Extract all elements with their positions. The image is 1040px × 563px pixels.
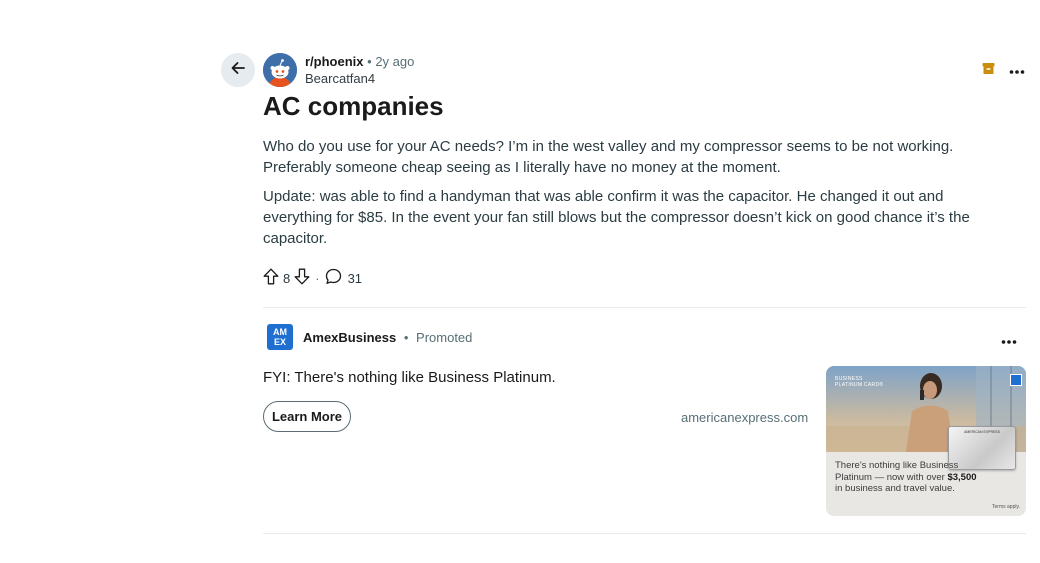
ad-image[interactable]: BUSINESS PLATINUM CARD® AMERICAN EXPRESS… (826, 366, 1026, 516)
ad-headline[interactable]: FYI: There's nothing like Business Plati… (263, 369, 556, 386)
divider (263, 533, 1026, 534)
vote-count: 8 (283, 270, 291, 286)
subreddit-avatar[interactable] (263, 53, 297, 87)
post-toolbar (982, 62, 1025, 80)
post-body-paragraph: Who do you use for your AC needs? I’m in… (263, 138, 954, 176)
meta-separator: • (367, 54, 372, 69)
ad-meta: AmexBusiness • Promoted (303, 330, 472, 345)
advertiser-logo[interactable]: AM EX (267, 324, 293, 350)
advertiser-name[interactable]: AmexBusiness (303, 330, 396, 345)
ad-caption-text: in business and travel value. (835, 483, 955, 494)
ad-brand-line: PLATINUM CARD® (835, 382, 884, 388)
arrow-left-icon (230, 60, 246, 81)
post-body: Who do you use for your AC needs? I’m in… (263, 136, 1003, 257)
ad-brand-mark: BUSINESS PLATINUM CARD® (835, 376, 883, 388)
ad-caption-amount: $3,500 (947, 471, 977, 483)
post-age: 2y ago (375, 54, 415, 69)
promoted-label: Promoted (416, 330, 473, 345)
amex-mini-logo (1010, 374, 1022, 386)
post-title: AC companies (263, 91, 444, 121)
ad-image-caption: There's nothing like Business Platinum —… (835, 460, 985, 495)
subreddit-link[interactable]: r/phoenix (305, 54, 364, 69)
post-actions: 8 · 31 (263, 268, 366, 288)
more-horizontal-icon[interactable] (1001, 332, 1017, 350)
action-separator: · (315, 270, 320, 286)
ad-terms: Terms apply. (992, 504, 1020, 510)
ad-caption-text: There's nothing like Business Platinum —… (835, 460, 959, 483)
reddit-snoo-icon (263, 53, 297, 87)
learn-more-button[interactable]: Learn More (263, 401, 351, 432)
upvote-arrow-icon[interactable] (263, 268, 279, 288)
post-meta: r/phoenix • 2y ago Bearcatfan4 (305, 54, 414, 87)
comment-bubble-icon[interactable] (325, 268, 342, 288)
divider (263, 307, 1026, 308)
ad-domain-link[interactable]: americanexpress.com (681, 410, 808, 425)
archive-icon[interactable] (982, 62, 995, 80)
downvote-arrow-icon[interactable] (294, 268, 310, 288)
more-horizontal-icon[interactable] (1009, 62, 1025, 80)
advertiser-logo-text: AM EX (273, 327, 287, 347)
post-body-paragraph: Update: was able to find a handyman that… (263, 188, 970, 247)
back-button[interactable] (221, 53, 255, 87)
comment-count[interactable]: 31 (348, 271, 362, 286)
card-text: AMERICAN EXPRESS (964, 430, 1000, 434)
ad-separator: • (403, 330, 409, 345)
post-author[interactable]: Bearcatfan4 (305, 71, 414, 87)
